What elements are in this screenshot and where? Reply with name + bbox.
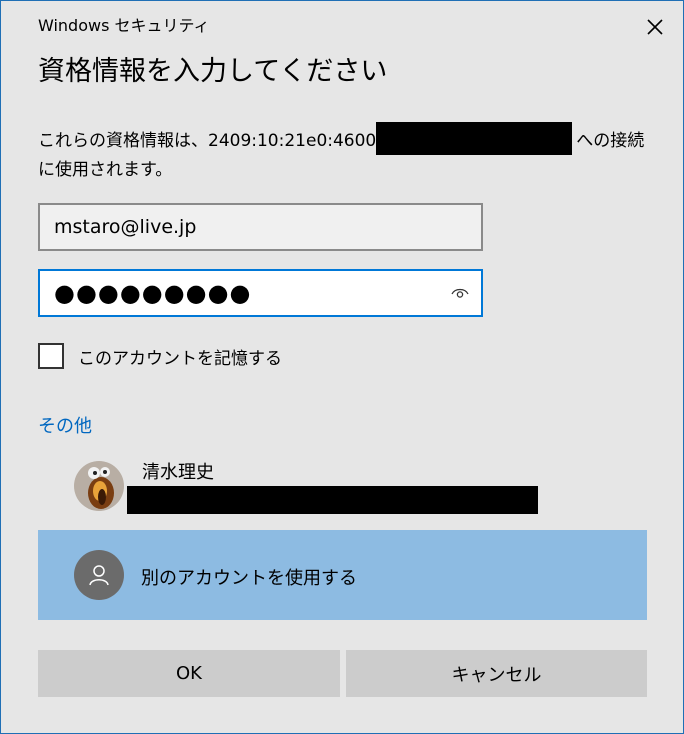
username-field[interactable]: mstaro@live.jp xyxy=(38,203,483,251)
more-options-link[interactable]: その他 xyxy=(38,412,92,438)
app-title: Windows セキュリティ xyxy=(38,16,210,35)
use-other-account-label: 別のアカウントを使用する xyxy=(141,568,357,589)
redacted-account-email xyxy=(127,486,538,514)
dialog-heading: 資格情報を入力してください xyxy=(38,56,388,87)
user-avatar xyxy=(74,461,124,511)
password-mask: ●●●●●●●●● xyxy=(54,279,252,307)
account-option-other[interactable]: 別のアカウントを使用する xyxy=(38,530,647,620)
cancel-button[interactable]: キャンセル xyxy=(346,650,647,697)
username-value: mstaro@live.jp xyxy=(54,216,197,238)
generic-avatar xyxy=(74,550,124,600)
password-field[interactable]: ●●●●●●●●● xyxy=(38,269,483,317)
person-icon xyxy=(89,565,109,586)
title-bar: Windows セキュリティ xyxy=(1,1,683,49)
checkbox-box[interactable] xyxy=(38,343,64,369)
account-option-saved[interactable]: 清水理史 xyxy=(38,453,647,523)
credential-dialog: Windows セキュリティ 資格情報を入力してください これらの資格情報は、2… xyxy=(0,0,684,734)
message-prefix: これらの資格情報は、2409:10:21e0:4600 xyxy=(38,131,377,151)
reveal-password-button[interactable] xyxy=(449,283,471,303)
close-icon xyxy=(647,19,663,35)
dialog-message: これらの資格情報は、2409:10:21e0:4600 への接続に使用されます。 xyxy=(38,122,650,185)
redacted-address xyxy=(376,122,573,155)
ok-button[interactable]: OK xyxy=(38,650,340,697)
eye-icon xyxy=(451,288,469,298)
avatar-image-icon xyxy=(74,461,124,511)
close-button[interactable] xyxy=(637,9,673,45)
account-name: 清水理史 xyxy=(142,462,214,483)
remember-account-checkbox[interactable]: このアカウントを記憶する xyxy=(38,343,282,369)
remember-label: このアカウントを記憶する xyxy=(78,348,282,369)
